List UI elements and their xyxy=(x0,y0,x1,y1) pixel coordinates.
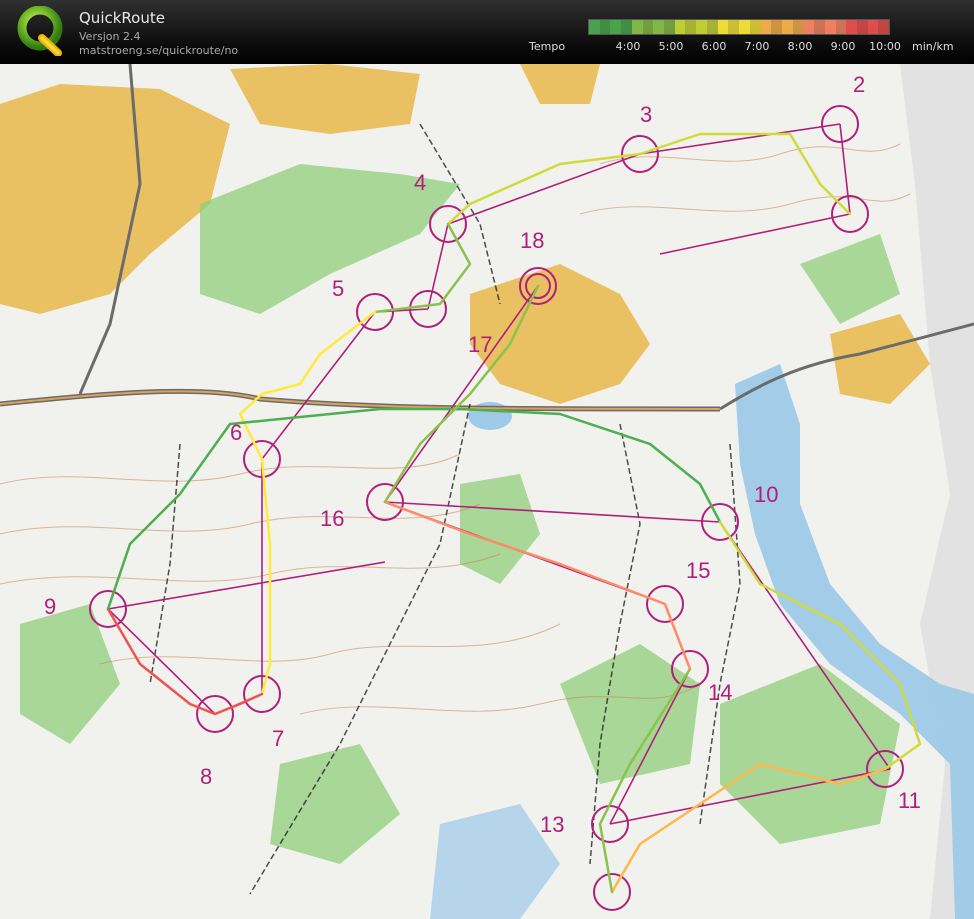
control-number: 6 xyxy=(230,420,243,445)
tempo-scale-segment xyxy=(803,20,815,34)
tempo-scale-segment xyxy=(846,20,857,34)
app-header: QuickRoute Versjon 2.4 matstroeng.se/qui… xyxy=(0,0,974,64)
tempo-scale-segment xyxy=(867,20,879,34)
tempo-unit: min/km xyxy=(912,40,954,53)
tempo-tick: 5:00 xyxy=(658,40,684,53)
control-number: 18 xyxy=(520,228,545,253)
control-number: 4 xyxy=(414,170,427,195)
tempo-scale-segment xyxy=(653,20,665,34)
tempo-tick: 7:00 xyxy=(744,40,770,53)
control-number: 7 xyxy=(272,726,285,751)
tempo-scale-segment xyxy=(835,20,847,34)
control-number: 15 xyxy=(686,558,711,583)
tempo-scale-segment xyxy=(610,20,622,34)
tempo-scale-segment xyxy=(792,20,804,34)
tempo-color-scale xyxy=(588,19,890,35)
tempo-scale-segment xyxy=(706,20,718,34)
tempo-scale-segment xyxy=(749,20,761,34)
tempo-scale-segment xyxy=(878,20,890,34)
tempo-scale-segment xyxy=(642,20,654,34)
app-title: QuickRoute xyxy=(79,9,165,27)
tempo-tick: 6:00 xyxy=(701,40,727,53)
control-number: 16 xyxy=(320,506,345,531)
control-number: 13 xyxy=(540,812,565,837)
tempo-scale-segment xyxy=(728,20,740,34)
control-number: 3 xyxy=(640,102,653,127)
tempo-scale-segment xyxy=(696,20,707,34)
tempo-scale-segment xyxy=(781,20,793,34)
tempo-scale-segment xyxy=(674,20,686,34)
tempo-tick: 8:00 xyxy=(787,40,813,53)
control-number: 11 xyxy=(898,788,921,813)
tempo-scale-segment xyxy=(621,20,632,34)
tempo-scale-segment xyxy=(760,20,772,34)
tempo-scale-segment xyxy=(717,20,729,34)
tempo-scale-segment xyxy=(631,20,643,34)
tempo-scale-segment xyxy=(771,20,782,34)
tempo-scale-segment xyxy=(814,20,825,34)
control-number: 9 xyxy=(44,594,57,619)
control-number: 5 xyxy=(332,276,345,301)
tempo-scale-segment xyxy=(739,20,750,34)
map-canvas xyxy=(0,64,974,919)
tempo-tick: 9:00 xyxy=(830,40,856,53)
control-number: 14 xyxy=(708,680,733,705)
tempo-scale-segment xyxy=(599,20,611,34)
tempo-scale-segment xyxy=(856,20,868,34)
control-number: 8 xyxy=(200,764,213,789)
control-number: 17 xyxy=(468,332,493,357)
control-number: 2 xyxy=(853,72,866,97)
tempo-scale-segment xyxy=(685,20,697,34)
tempo-scale-segment xyxy=(824,20,836,34)
orienteering-map[interactable]: 2 3 4 5 6 7 8 9 10 11 13 14 15 16 17 18 xyxy=(0,64,974,919)
tempo-scale-segment xyxy=(589,20,600,34)
tempo-scale-ticks: 4:00 5:00 6:00 7:00 8:00 9:00 10:00 xyxy=(0,40,974,54)
tempo-tick: 10:00 xyxy=(869,40,901,53)
tempo-scale-segment xyxy=(664,20,675,34)
tempo-tick: 4:00 xyxy=(615,40,641,53)
control-number: 10 xyxy=(754,482,779,507)
